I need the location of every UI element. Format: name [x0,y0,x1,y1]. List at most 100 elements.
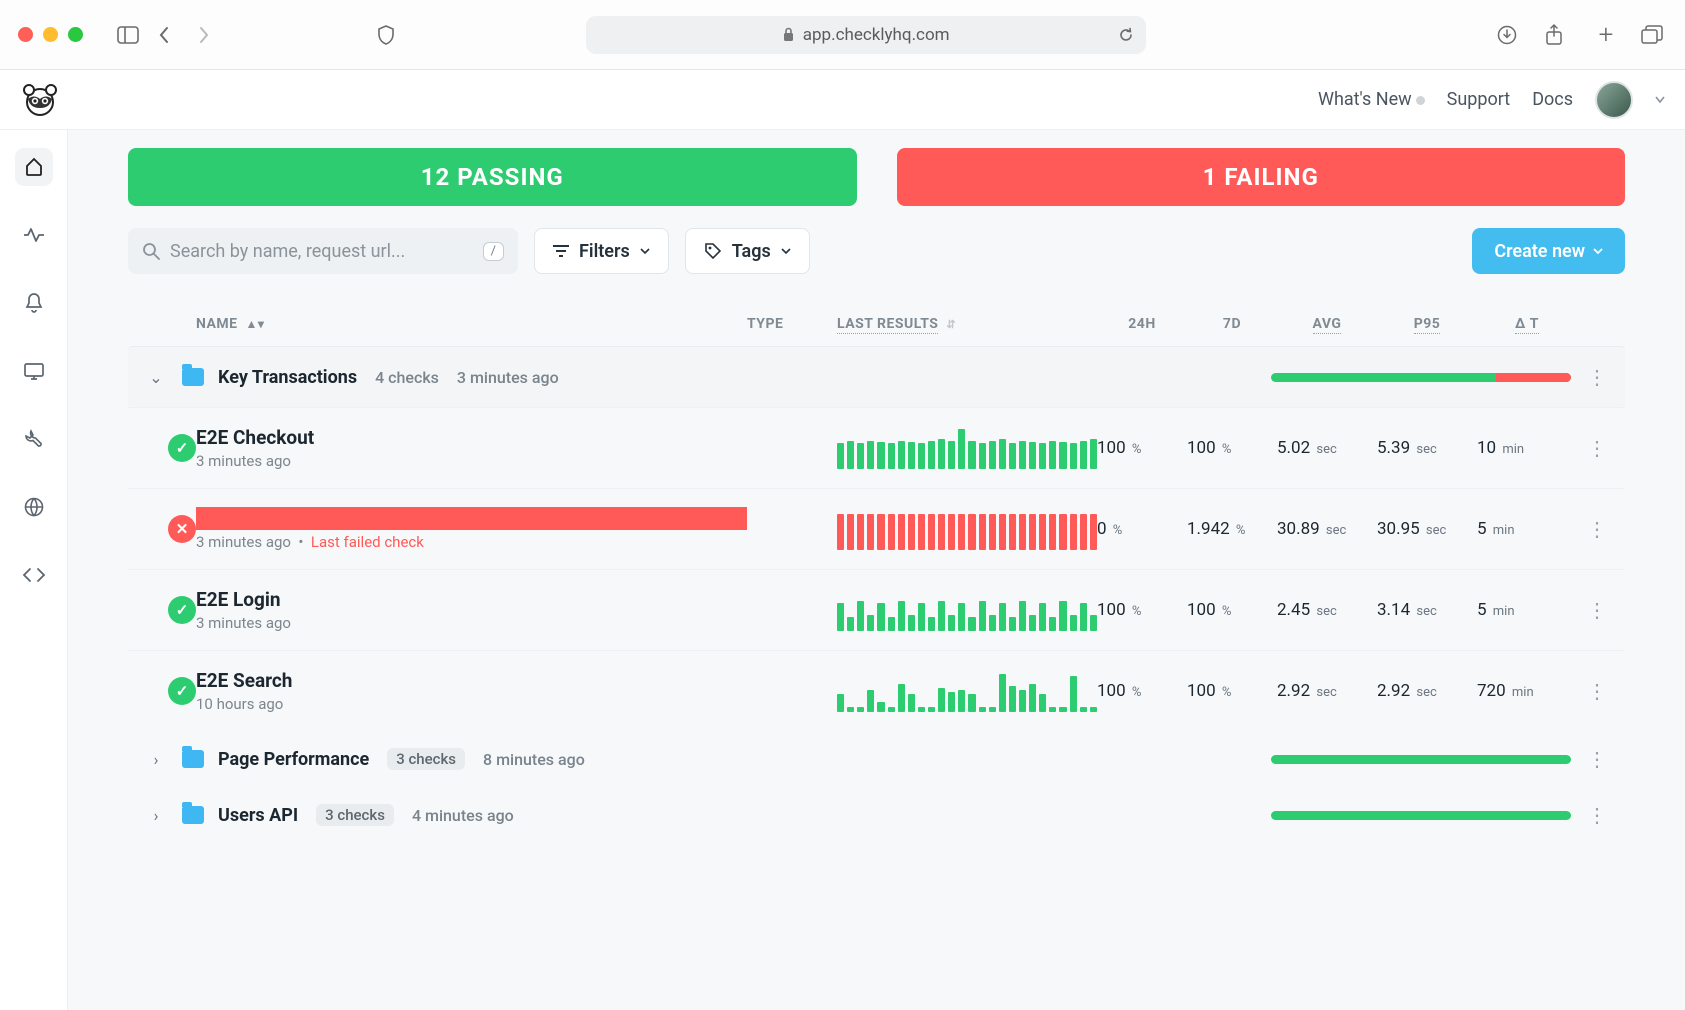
nav-network[interactable] [15,488,53,526]
nav-alerts[interactable] [15,284,53,322]
col-7d[interactable]: 7D [1187,316,1277,332]
col-avg[interactable]: AVG [1277,316,1377,332]
check-row[interactable]: ✓ E2E Checkout 3 minutes ago 100 % 100 %… [128,407,1625,488]
metric-p95: 2.92 sec [1377,681,1477,701]
chevron-right-icon[interactable]: › [136,750,176,769]
tabs-icon[interactable] [1641,25,1667,45]
metric-p95: 5.39 sec [1377,438,1477,458]
chevron-down-icon[interactable]: ⌄ [136,368,176,387]
share-icon[interactable] [1545,24,1571,46]
tag-icon [704,242,722,260]
close-window-icon[interactable] [18,27,33,42]
metric-dt: 5 min [1477,600,1577,620]
more-icon[interactable]: ⋮ [1577,436,1617,460]
filter-icon [553,244,569,258]
group-row[interactable]: › Users API 3 checks 4 minutes ago ⋮ [128,787,1625,843]
sparkline [837,589,1097,631]
support-link[interactable]: Support [1447,89,1511,110]
avatar[interactable] [1595,81,1633,119]
folder-icon [182,806,204,824]
failing-pill[interactable]: 1 FAILING [897,148,1626,206]
app-header: What's New Support Docs [0,70,1685,130]
window-controls[interactable] [18,27,83,42]
chevron-right-icon[interactable]: › [136,806,176,825]
col-name[interactable]: NAME ▲▾ [196,316,747,332]
search-icon [142,242,160,260]
more-icon[interactable]: ⋮ [1577,803,1617,827]
status-summary: 12 PASSING 1 FAILING [128,148,1625,206]
account-menu-chevron-icon[interactable] [1655,96,1665,104]
reload-icon[interactable] [1118,27,1134,43]
docs-link[interactable]: Docs [1532,89,1573,110]
shield-icon[interactable] [377,25,403,45]
group-progress [1271,755,1571,764]
check-name-cell: E2E Coupons 3 minutes ago • Last failed … [196,507,747,551]
create-new-button[interactable]: Create new [1472,228,1625,274]
passing-pill[interactable]: 12 PASSING [128,148,857,206]
notification-dot-icon [1416,96,1425,105]
new-tab-icon[interactable]: + [1593,20,1619,50]
group-count-badge: 3 checks [387,748,465,770]
sidebar [0,130,68,1010]
checkly-logo[interactable] [20,80,60,120]
group-row[interactable]: › Page Performance 3 checks 8 minutes ag… [128,731,1625,787]
lock-icon [782,27,795,42]
col-p95[interactable]: P95 [1377,316,1477,332]
group-row[interactable]: ⌄ Key Transactions 4 checks 3 minutes ag… [128,346,1625,407]
more-icon[interactable]: ⋮ [1577,365,1617,389]
more-icon[interactable]: ⋮ [1577,517,1617,541]
col-dt[interactable]: Δ T [1477,316,1577,332]
passing-label: PASSING [457,163,564,191]
more-icon[interactable]: ⋮ [1577,747,1617,771]
group-count-badge: 3 checks [316,804,394,826]
back-icon[interactable] [157,25,183,45]
search-input[interactable] [170,241,473,262]
check-icon: ✓ [168,677,196,705]
minimize-window-icon[interactable] [43,27,58,42]
maximize-window-icon[interactable] [68,27,83,42]
sort-icon: ⇵ [946,318,956,331]
tags-button[interactable]: Tags [685,228,810,274]
check-icon: ✓ [168,596,196,624]
metric-7d: 1.942 % [1187,519,1277,539]
more-icon[interactable]: ⋮ [1577,679,1617,703]
nav-home[interactable] [15,148,53,186]
sparkline [837,427,1097,469]
metric-avg: 30.89 sec [1277,519,1377,539]
forward-icon[interactable] [197,25,223,45]
nav-code[interactable] [15,556,53,594]
sidebar-toggle-icon[interactable] [117,26,143,44]
check-row[interactable]: ✕ E2E Coupons 3 minutes ago • Last faile… [128,488,1625,569]
more-icon[interactable]: ⋮ [1577,598,1617,622]
group-title: Page Performance 3 checks 8 minutes ago [218,748,1265,770]
search-wrapper[interactable]: / [128,228,518,274]
col-type[interactable]: TYPE [747,316,837,332]
search-shortcut: / [483,242,504,261]
main-content: 12 PASSING 1 FAILING / Filters [68,130,1685,1010]
address-bar[interactable]: app.checklyhq.com [586,16,1146,54]
sparkline [837,508,1097,550]
col-last-results[interactable]: LAST RESULTS ⇵ [837,316,1097,332]
check-name-cell: E2E Login 3 minutes ago [196,588,747,632]
metric-dt: 720 min [1477,681,1577,701]
group-progress [1271,373,1571,382]
metric-24h: 100 % [1097,438,1187,458]
x-icon: ✕ [168,515,196,543]
check-name-cell: E2E Search 10 hours ago [196,669,747,713]
whats-new-link[interactable]: What's New [1318,89,1425,110]
metric-dt: 10 min [1477,438,1577,458]
passing-count: 12 [421,163,451,191]
metric-7d: 100 % [1187,438,1277,458]
failing-count: 1 [1203,163,1218,191]
filters-button[interactable]: Filters [534,228,669,274]
metric-avg: 2.45 sec [1277,600,1377,620]
metric-avg: 2.92 sec [1277,681,1377,701]
check-row[interactable]: ✓ E2E Login 3 minutes ago 100 % 100 % 2.… [128,569,1625,650]
downloads-icon[interactable] [1497,25,1523,45]
check-row[interactable]: ✓ E2E Search 10 hours ago 100 % 100 % 2.… [128,650,1625,731]
nav-maintenance[interactable] [15,420,53,458]
col-24h[interactable]: 24H [1097,316,1187,332]
group-time: 3 minutes ago [457,368,559,387]
nav-activity[interactable] [15,216,53,254]
nav-dashboards[interactable] [15,352,53,390]
